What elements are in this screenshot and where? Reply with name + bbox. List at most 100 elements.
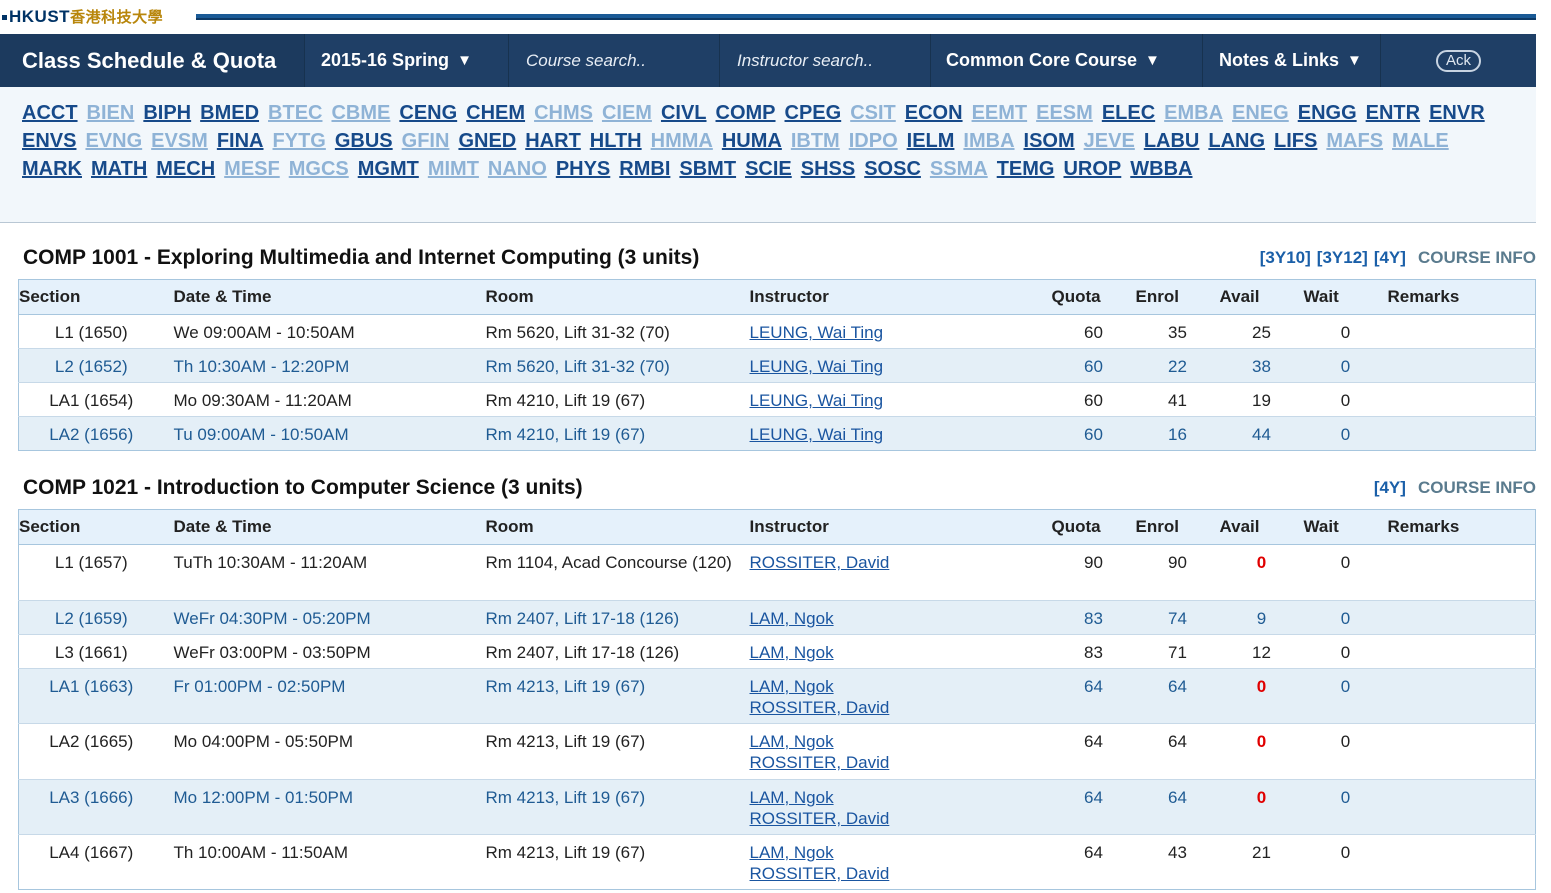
instructor-link[interactable]: ROSSITER, David — [750, 808, 1052, 829]
dept-link-sosc[interactable]: SOSC — [864, 156, 921, 183]
course-search-input[interactable]: Course search.. — [509, 34, 720, 87]
dept-link-wbba[interactable]: WBBA — [1130, 156, 1192, 183]
dept-link-bien[interactable]: BIEN — [87, 100, 135, 127]
room-value: Rm 2407, Lift 17-18 (126) — [485, 609, 680, 628]
dept-link-elec[interactable]: ELEC — [1102, 100, 1155, 127]
instructor-link[interactable]: ROSSITER, David — [750, 697, 1052, 718]
dept-link-evng[interactable]: EVNG — [85, 128, 142, 155]
instructor-link[interactable]: LAM, Ngok — [750, 842, 1052, 863]
dept-link-math[interactable]: MATH — [91, 156, 147, 183]
remarks-cell — [1387, 779, 1536, 835]
enrol-value: 90 — [1168, 553, 1187, 572]
curriculum-link[interactable]: [3Y12] — [1317, 248, 1368, 267]
dept-link-lifs[interactable]: LIFS — [1274, 128, 1317, 155]
dept-link-mimt[interactable]: MIMT — [428, 156, 479, 183]
dept-link-btec[interactable]: BTEC — [268, 100, 322, 127]
dept-link-lang[interactable]: LANG — [1208, 128, 1265, 155]
dept-link-ssma[interactable]: SSMA — [930, 156, 988, 183]
dept-link-scie[interactable]: SCIE — [745, 156, 792, 183]
dept-link-gbus[interactable]: GBUS — [335, 128, 393, 155]
dept-link-shss[interactable]: SHSS — [801, 156, 855, 183]
instructor-link[interactable]: ROSSITER, David — [750, 752, 1052, 773]
ack-button[interactable]: Ack — [1435, 49, 1481, 72]
course-info-link[interactable]: COURSE INFO — [1418, 248, 1536, 267]
instructor-link[interactable]: LEUNG, Wai Ting — [750, 424, 1052, 445]
table-row: LA2 (1656) Tu 09:00AM - 10:50AM Rm 4210, L… — [18, 416, 1536, 451]
dept-link-engg[interactable]: ENGG — [1298, 100, 1357, 127]
dept-link-idpo[interactable]: IDPO — [849, 128, 898, 155]
instructor-link[interactable]: LAM, Ngok — [750, 787, 1052, 808]
dept-link-mgmt[interactable]: MGMT — [358, 156, 419, 183]
app-title[interactable]: Class Schedule & Quota — [0, 34, 305, 87]
dept-link-eneg[interactable]: ENEG — [1232, 100, 1289, 127]
dept-link-econ[interactable]: ECON — [905, 100, 963, 127]
dept-link-rmbi[interactable]: RMBI — [619, 156, 670, 183]
logo-bullet-icon — [2, 15, 7, 21]
course-info-link[interactable]: COURSE INFO — [1418, 478, 1536, 497]
dept-link-ciem[interactable]: CIEM — [602, 100, 652, 127]
dept-link-eesm[interactable]: EESM — [1036, 100, 1093, 127]
term-dropdown[interactable]: 2015-16 Spring ▼ — [305, 34, 509, 87]
enrol-value: 64 — [1168, 788, 1187, 807]
instructor-link[interactable]: LAM, Ngok — [750, 642, 1052, 663]
curriculum-link[interactable]: [4Y] — [1374, 248, 1406, 267]
dept-link-chem[interactable]: CHEM — [466, 100, 525, 127]
instructor-link[interactable]: LAM, Ngok — [750, 731, 1052, 752]
dept-link-mark[interactable]: MARK — [22, 156, 82, 183]
dept-link-urop[interactable]: UROP — [1063, 156, 1121, 183]
instructor-link[interactable]: ROSSITER, David — [750, 863, 1052, 884]
dept-link-ceng[interactable]: CENG — [399, 100, 457, 127]
instructor-link[interactable]: LEUNG, Wai Ting — [750, 356, 1052, 377]
dept-link-emba[interactable]: EMBA — [1164, 100, 1223, 127]
dept-link-envr[interactable]: ENVR — [1429, 100, 1485, 127]
dept-link-fina[interactable]: FINA — [217, 128, 264, 155]
dept-link-ibtm[interactable]: IBTM — [791, 128, 840, 155]
instructor-link[interactable]: LAM, Ngok — [750, 608, 1052, 629]
dept-link-civl[interactable]: CIVL — [661, 100, 707, 127]
hkust-logo[interactable]: HKUST香港科技大學 — [2, 6, 163, 27]
dept-link-eemt[interactable]: EEMT — [972, 100, 1028, 127]
curriculum-link[interactable]: [3Y10] — [1260, 248, 1311, 267]
dept-link-entr[interactable]: ENTR — [1366, 100, 1420, 127]
dept-link-gfin[interactable]: GFIN — [402, 128, 450, 155]
dept-link-hart[interactable]: HART — [525, 128, 581, 155]
dept-link-mgcs[interactable]: MGCS — [289, 156, 349, 183]
instructor-link[interactable]: LEUNG, Wai Ting — [750, 390, 1052, 411]
dept-link-hlth[interactable]: HLTH — [590, 128, 642, 155]
dept-link-male[interactable]: MALE — [1392, 128, 1449, 155]
dept-link-temg[interactable]: TEMG — [997, 156, 1055, 183]
dept-link-ielm[interactable]: IELM — [907, 128, 955, 155]
dept-link-hmma[interactable]: HMMA — [651, 128, 713, 155]
dept-link-acct[interactable]: ACCT — [22, 100, 78, 127]
dept-link-imba[interactable]: IMBA — [963, 128, 1014, 155]
instructor-search-input[interactable]: Instructor search.. — [720, 34, 931, 87]
dept-link-cbme[interactable]: CBME — [331, 100, 390, 127]
dept-link-mesf[interactable]: MESF — [224, 156, 280, 183]
dept-link-mafs[interactable]: MAFS — [1326, 128, 1383, 155]
instructor-link[interactable]: LAM, Ngok — [750, 676, 1052, 697]
instructor-link[interactable]: LEUNG, Wai Ting — [750, 322, 1052, 343]
dept-link-gned[interactable]: GNED — [458, 128, 516, 155]
dept-link-jeve[interactable]: JEVE — [1084, 128, 1135, 155]
dept-link-biph[interactable]: BIPH — [143, 100, 191, 127]
dept-link-bmed[interactable]: BMED — [200, 100, 259, 127]
dept-link-phys[interactable]: PHYS — [556, 156, 610, 183]
dept-link-fytg[interactable]: FYTG — [273, 128, 326, 155]
dept-link-csit[interactable]: CSIT — [850, 100, 896, 127]
dept-link-sbmt[interactable]: SBMT — [679, 156, 736, 183]
notes-links-dropdown[interactable]: Notes & Links ▼ — [1203, 34, 1381, 87]
dept-link-nano[interactable]: NANO — [488, 156, 547, 183]
dept-link-chms[interactable]: CHMS — [534, 100, 593, 127]
dept-link-labu[interactable]: LABU — [1144, 128, 1200, 155]
dept-link-isom[interactable]: ISOM — [1024, 128, 1075, 155]
curriculum-link[interactable]: [4Y] — [1374, 478, 1406, 497]
common-core-dropdown[interactable]: Common Core Course ▼ — [931, 34, 1203, 87]
dept-link-evsm[interactable]: EVSM — [151, 128, 208, 155]
dept-link-comp[interactable]: COMP — [716, 100, 776, 127]
dept-link-huma[interactable]: HUMA — [722, 128, 782, 155]
header-rule — [196, 14, 1536, 20]
dept-link-envs[interactable]: ENVS — [22, 128, 76, 155]
dept-link-cpeg[interactable]: CPEG — [785, 100, 842, 127]
dept-link-mech[interactable]: MECH — [156, 156, 215, 183]
instructor-link[interactable]: ROSSITER, David — [750, 552, 1052, 573]
